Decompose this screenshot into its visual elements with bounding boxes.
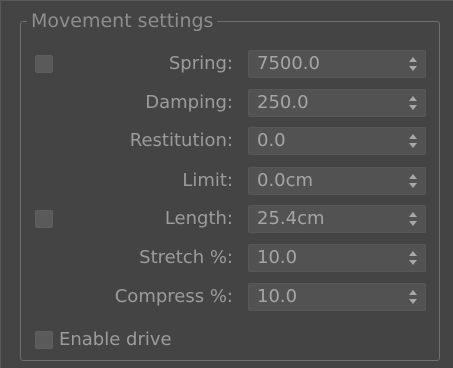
compress-value[interactable]: 10.0 bbox=[257, 284, 297, 310]
spring-checkbox[interactable] bbox=[35, 55, 53, 73]
compress-spinner[interactable]: 10.0 bbox=[248, 283, 426, 311]
damping-label: Damping: bbox=[145, 92, 233, 113]
spinner-arrows-icon[interactable] bbox=[409, 290, 417, 304]
limit-row: Limit: 0.0cm bbox=[1, 167, 453, 195]
spinner-arrows-icon[interactable] bbox=[409, 57, 417, 71]
enable-drive-checkbox[interactable] bbox=[35, 331, 53, 349]
spring-spinner[interactable]: 7500.0 bbox=[248, 50, 426, 78]
restitution-value[interactable]: 0.0 bbox=[257, 128, 286, 154]
length-value[interactable]: 25.4cm bbox=[257, 206, 325, 232]
movement-settings-panel: Movement settings Spring: 7500.0 Damping… bbox=[0, 0, 453, 368]
compress-row: Compress %: 10.0 bbox=[1, 283, 453, 311]
restitution-label: Restitution: bbox=[129, 130, 233, 151]
damping-row: Damping: 250.0 bbox=[1, 89, 453, 117]
limit-label: Limit: bbox=[182, 170, 233, 191]
spinner-arrows-icon[interactable] bbox=[409, 212, 417, 226]
stretch-label: Stretch %: bbox=[139, 247, 233, 268]
spinner-arrows-icon[interactable] bbox=[409, 251, 417, 265]
length-label: Length: bbox=[164, 208, 233, 229]
damping-spinner[interactable]: 250.0 bbox=[248, 89, 426, 117]
spinner-arrows-icon[interactable] bbox=[409, 174, 417, 188]
enable-drive-label[interactable]: Enable drive bbox=[59, 326, 172, 354]
length-row: Length: 25.4cm bbox=[1, 205, 453, 233]
compress-label: Compress %: bbox=[114, 286, 233, 307]
limit-spinner[interactable]: 0.0cm bbox=[248, 167, 426, 195]
length-spinner[interactable]: 25.4cm bbox=[248, 205, 426, 233]
restitution-spinner[interactable]: 0.0 bbox=[248, 127, 426, 155]
group-title: Movement settings bbox=[27, 7, 218, 35]
stretch-row: Stretch %: 10.0 bbox=[1, 244, 453, 272]
spinner-arrows-icon[interactable] bbox=[409, 134, 417, 148]
restitution-row: Restitution: 0.0 bbox=[1, 127, 453, 155]
spring-row: Spring: 7500.0 bbox=[1, 50, 453, 78]
stretch-spinner[interactable]: 10.0 bbox=[248, 244, 426, 272]
spinner-arrows-icon[interactable] bbox=[409, 96, 417, 110]
length-checkbox[interactable] bbox=[35, 210, 53, 228]
limit-value[interactable]: 0.0cm bbox=[257, 168, 313, 194]
spring-label: Spring: bbox=[168, 53, 233, 74]
spring-value[interactable]: 7500.0 bbox=[257, 51, 320, 77]
stretch-value[interactable]: 10.0 bbox=[257, 245, 297, 271]
damping-value[interactable]: 250.0 bbox=[257, 90, 309, 116]
